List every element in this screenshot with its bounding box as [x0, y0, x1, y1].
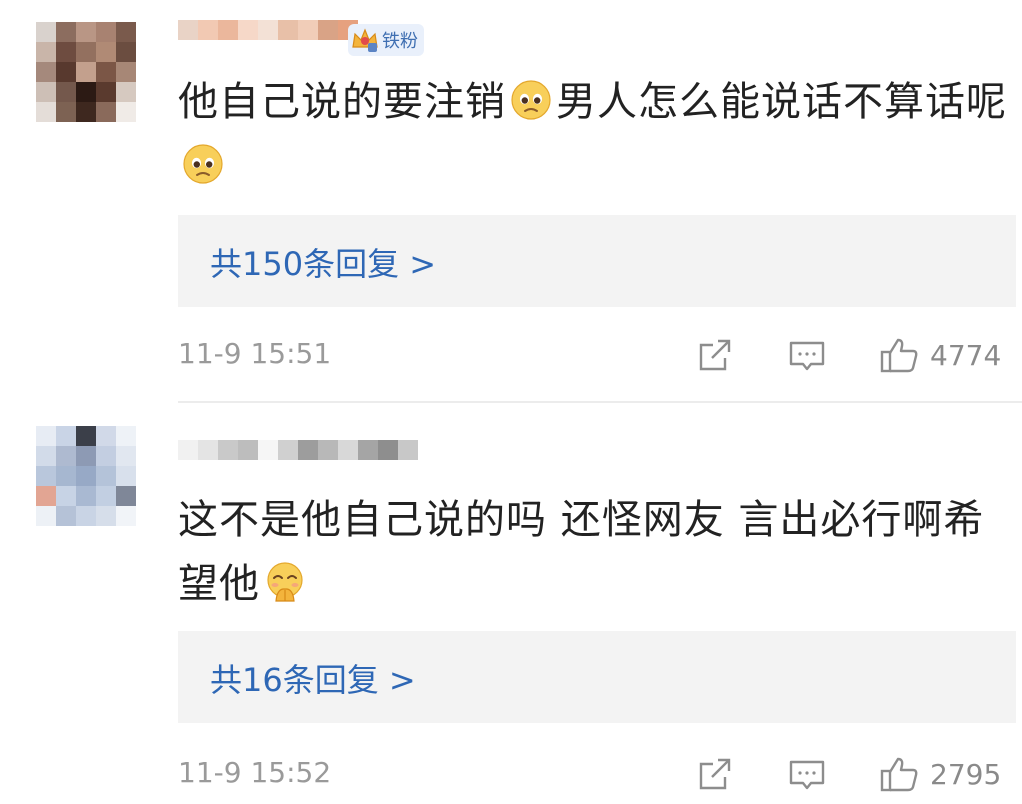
comment-icon [786, 334, 828, 376]
comment-text-part: 男人怎么能说话不算话呢 [556, 79, 1007, 125]
comment-text: 这不是他自己说的吗 还怪网友 言出必行啊希望他 [178, 488, 1008, 616]
comment-item: 这不是他自己说的吗 还怪网友 言出必行啊希望他 共16条回复 > 11-9 15… [0, 404, 1022, 804]
share-icon [694, 334, 736, 376]
replies-link[interactable]: 共150条回复 > [210, 239, 436, 285]
avatar[interactable] [36, 426, 136, 526]
comment-button[interactable] [786, 333, 828, 377]
timestamp: 11-9 15:52 [178, 756, 332, 789]
like-button[interactable]: 2795 [878, 752, 1001, 796]
like-count: 2795 [930, 757, 1002, 791]
divider [178, 401, 1022, 403]
hugging-face-icon [264, 561, 306, 603]
thumbs-up-icon [878, 753, 920, 795]
share-button[interactable] [694, 333, 736, 377]
username-blurred[interactable] [178, 440, 418, 482]
comment-text: 他自己说的要注销 男人怎么能说话不算话呢 [178, 70, 1008, 198]
username-blurred[interactable] [178, 20, 358, 62]
replies-panel[interactable]: 共150条回复 > [178, 215, 1016, 307]
timestamp: 11-9 15:51 [178, 337, 332, 370]
badge-label: 铁粉 [382, 31, 418, 52]
replies-panel[interactable]: 共16条回复 > [178, 631, 1016, 723]
pleading-face-icon [510, 79, 552, 121]
thumbs-up-icon [878, 334, 920, 376]
comment-icon [786, 753, 828, 795]
share-icon [694, 753, 736, 795]
fan-badge: 铁粉 [348, 24, 424, 56]
comment-meta: 11-9 15:52 2795 [178, 752, 1016, 796]
replies-link[interactable]: 共16条回复 > [210, 655, 416, 701]
like-count: 4774 [930, 338, 1002, 372]
comment-item: 铁粉 他自己说的要注销 男人怎么能说话不算话呢 共150条回复 > 11-9 1… [0, 0, 1022, 404]
avatar[interactable] [36, 22, 136, 122]
share-button[interactable] [694, 752, 736, 796]
comment-meta: 11-9 15:51 4774 [178, 333, 1016, 377]
comment-text-part: 他自己说的要注销 [178, 79, 506, 125]
pleading-face-icon [182, 143, 224, 185]
comment-button[interactable] [786, 752, 828, 796]
fan-crown-icon [350, 25, 380, 55]
like-button[interactable]: 4774 [878, 333, 1001, 377]
